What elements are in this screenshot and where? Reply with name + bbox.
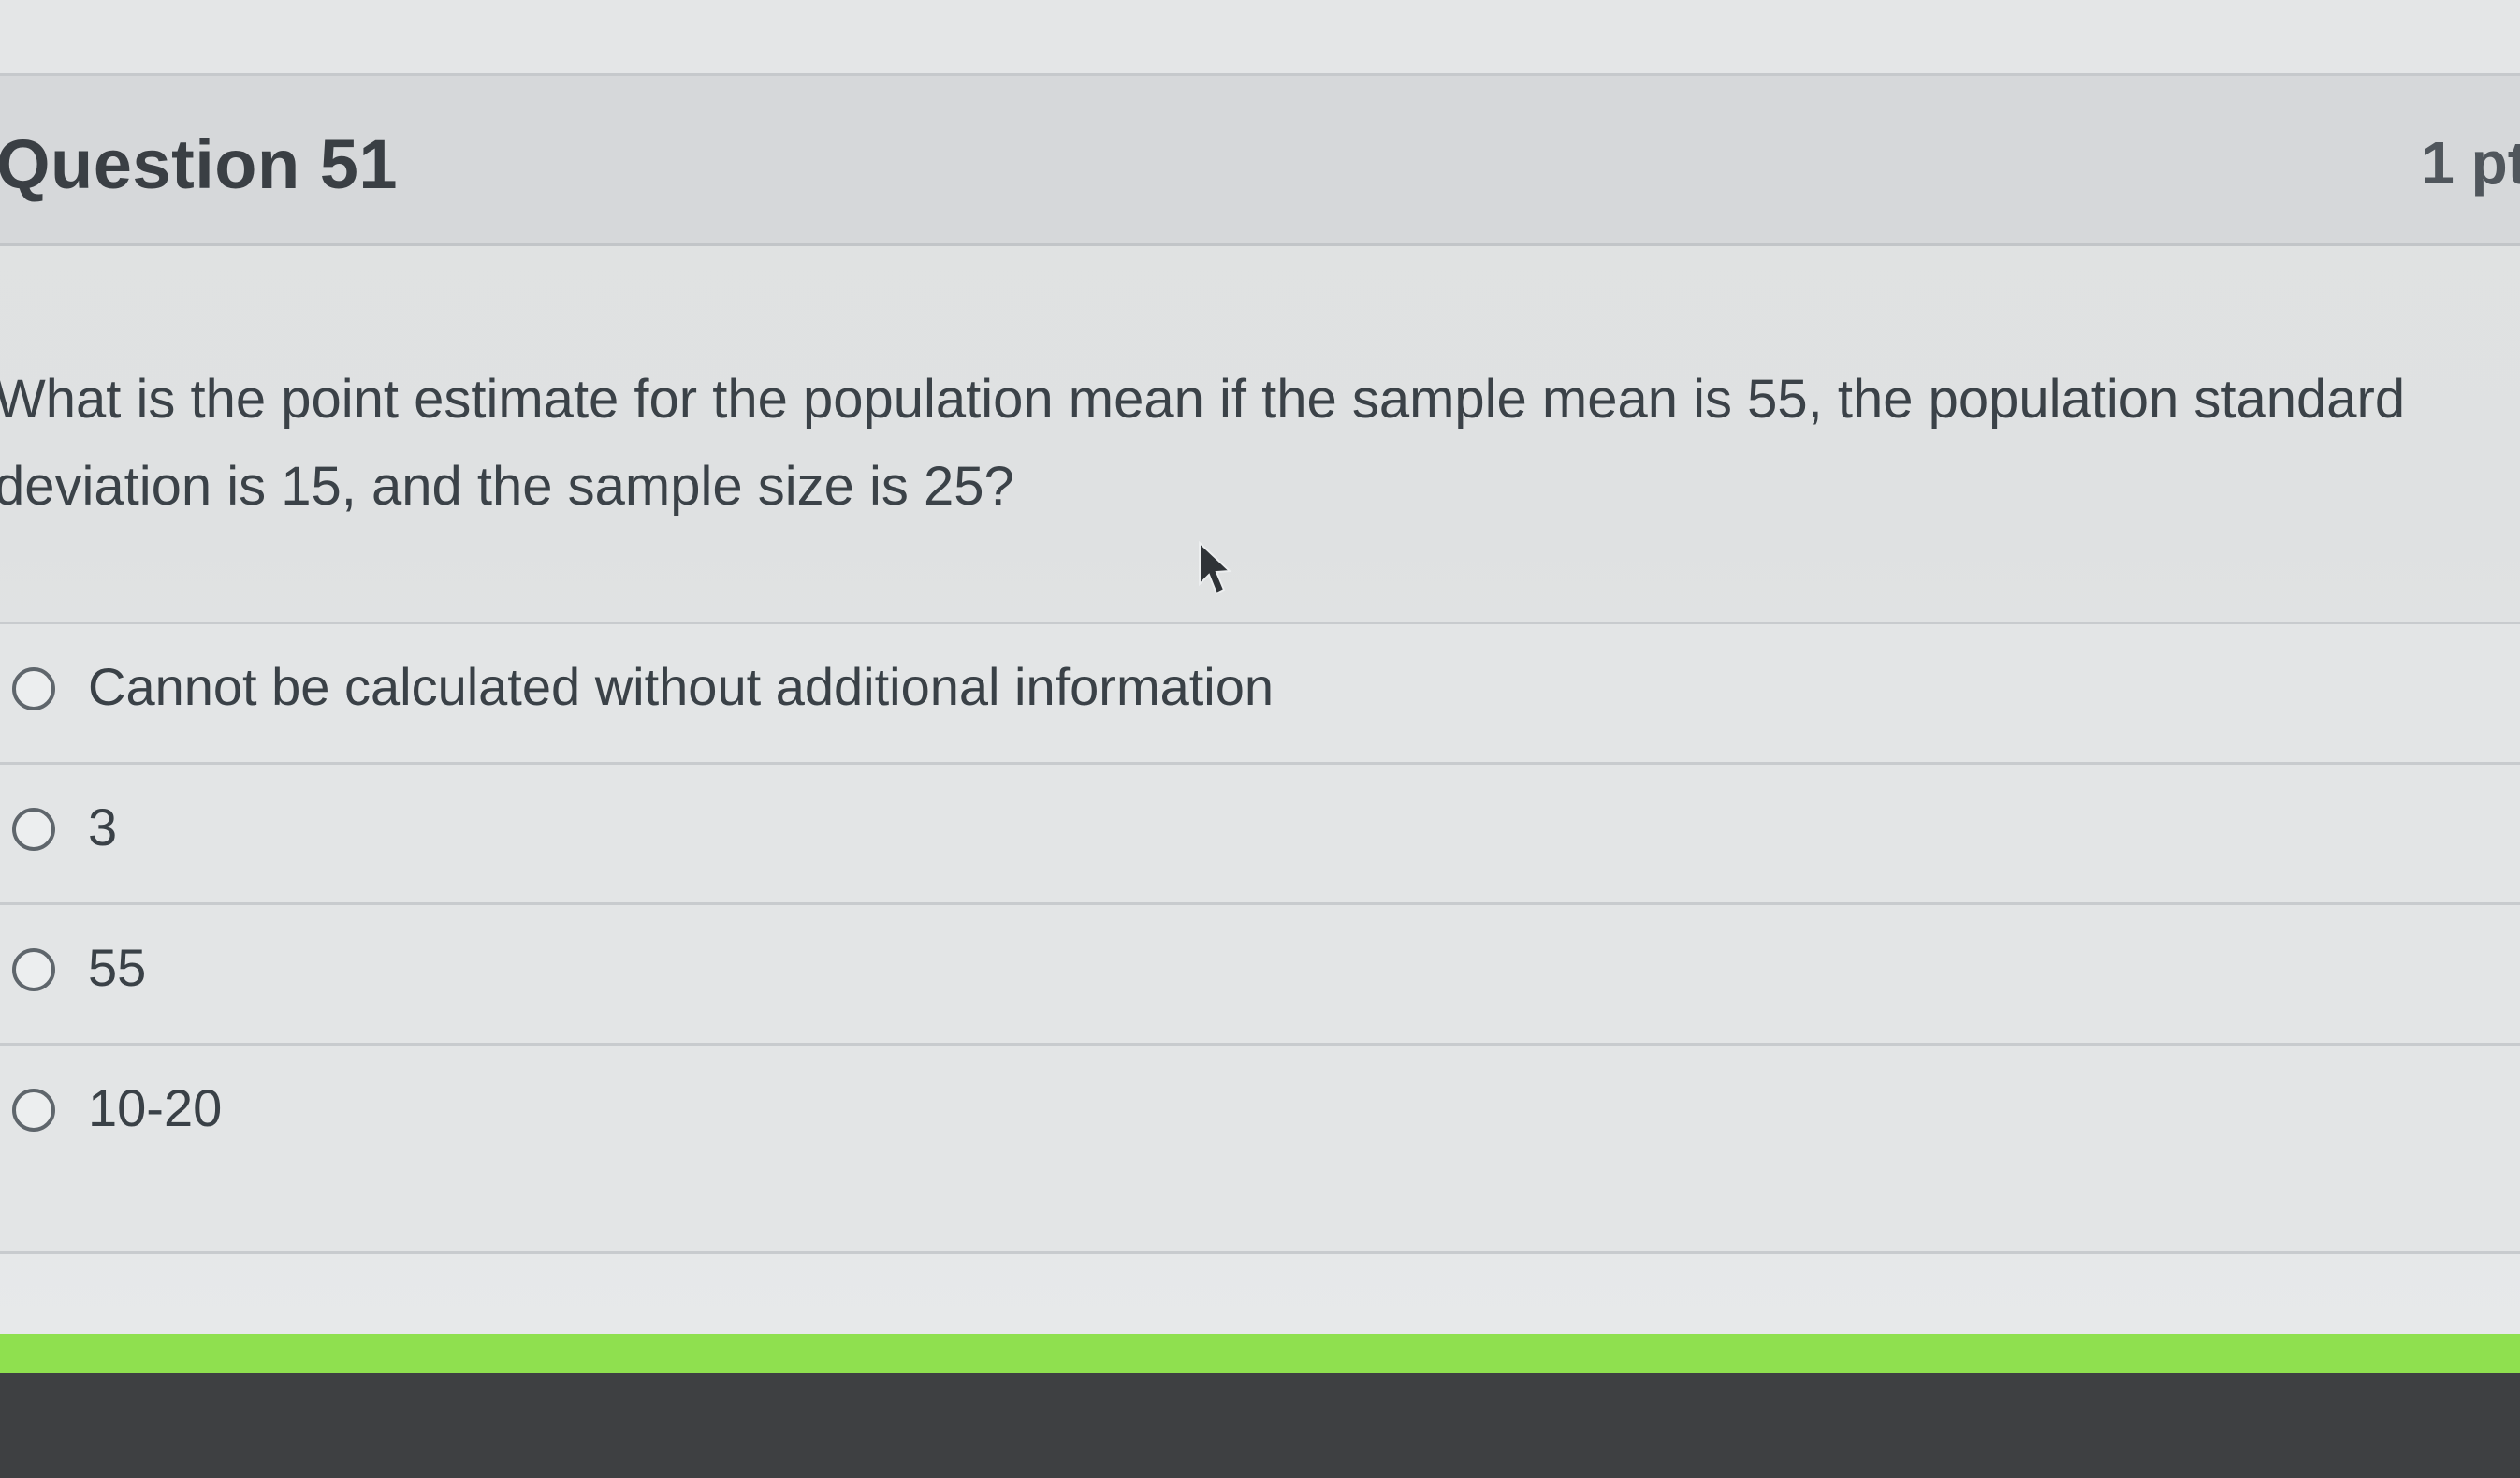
answer-list: Cannot be calculated without additional … (0, 622, 2520, 1254)
screen-bezel (0, 1373, 2520, 1478)
question-points: 1 pt (2421, 129, 2520, 197)
question-title: Question 51 (0, 125, 399, 203)
top-strip (0, 0, 2520, 73)
radio-button-icon[interactable] (12, 667, 55, 710)
answer-option[interactable]: 3 (0, 762, 2520, 902)
answer-label[interactable]: 55 (88, 937, 146, 998)
quiz-page: Question 51 1 pt What is the point estim… (0, 0, 2520, 1334)
radio-button-icon[interactable] (12, 948, 55, 991)
answer-label[interactable]: Cannot be calculated without additional … (88, 656, 1274, 717)
radio-button-icon[interactable] (12, 1089, 55, 1132)
answer-option[interactable]: 10-20 (0, 1043, 2520, 1254)
answer-label[interactable]: 10-20 (88, 1077, 222, 1138)
accent-bar (0, 1334, 2520, 1373)
answer-option[interactable]: 55 (0, 902, 2520, 1043)
answer-label[interactable]: 3 (88, 797, 117, 857)
question-header: Question 51 1 pt (0, 73, 2520, 246)
answer-option[interactable]: Cannot be calculated without additional … (0, 622, 2520, 762)
question-text: What is the point estimate for the popul… (0, 369, 2406, 517)
mouse-pointer-icon (1199, 541, 1232, 595)
radio-button-icon[interactable] (12, 808, 55, 851)
